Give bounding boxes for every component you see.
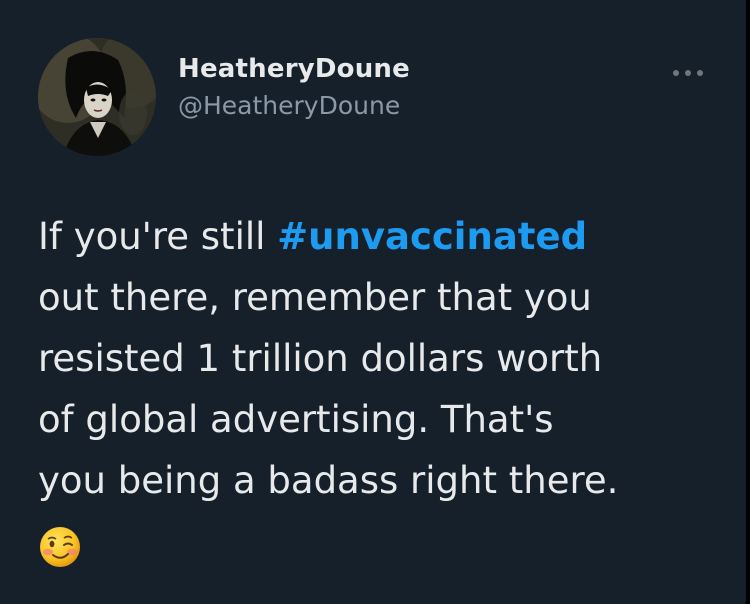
display-name[interactable]: HeatheryDoune	[178, 52, 410, 86]
user-handle[interactable]: @HeatheryDoune	[178, 88, 410, 124]
screenshot-frame: HeatheryDoune @HeatheryDoune If you're s…	[0, 0, 750, 604]
tweet-line: resisted 1 trillion dollars worth	[38, 337, 603, 380]
tweet-line-text: If you're still	[38, 215, 278, 258]
winking-face-icon	[38, 525, 82, 569]
more-options-icon[interactable]	[664, 60, 712, 86]
tweet-emoji-line	[38, 511, 728, 572]
tweet-line: of global advertising. That's	[38, 398, 554, 441]
tweet-line: If you're still #unvaccinated	[38, 206, 728, 267]
more-dot	[685, 70, 691, 76]
user-info: HeatheryDoune @HeatheryDoune	[178, 52, 410, 124]
tweet-line: out there, remember that you	[38, 276, 592, 319]
tweet-text: If you're still #unvaccinated out there,…	[38, 206, 728, 572]
avatar[interactable]	[38, 38, 156, 156]
more-dot	[673, 70, 679, 76]
tweet-line: you being a badass right there.	[38, 459, 619, 502]
avatar-image	[38, 38, 156, 156]
hashtag-link[interactable]: #unvaccinated	[277, 215, 587, 258]
more-dot	[697, 70, 703, 76]
tweet-card: HeatheryDoune @HeatheryDoune If you're s…	[0, 0, 746, 604]
